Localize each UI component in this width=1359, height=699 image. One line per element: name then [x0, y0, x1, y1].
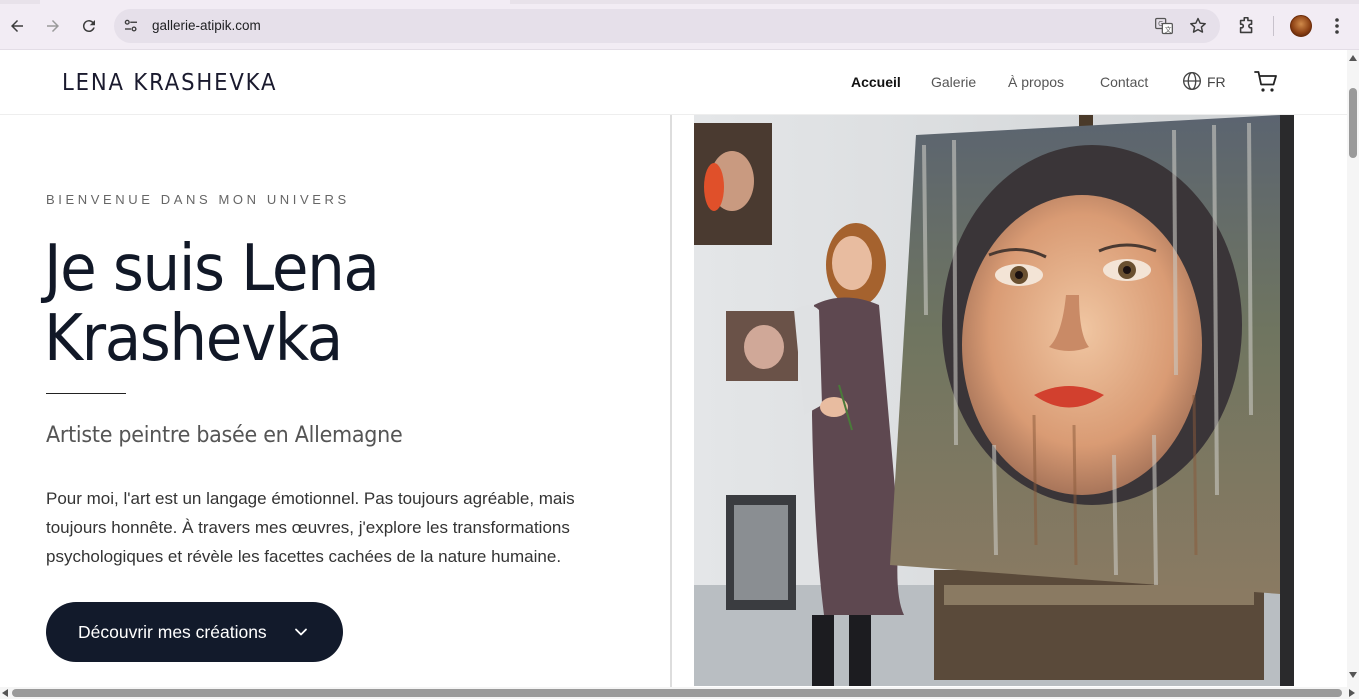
scroll-up-arrow[interactable] [1349, 55, 1357, 61]
hero-description-line-2: toujours honnête. À travers mes œuvres, … [46, 518, 570, 537]
artist-with-painting-image [694, 115, 1294, 686]
tab-strip [0, 0, 1359, 4]
hero-eyebrow: BIENVENUE DANS MON UNIVERS [46, 192, 350, 207]
nav-a-propos[interactable]: À propos [1008, 74, 1064, 90]
translate-icon[interactable]: G 文 [1154, 16, 1174, 36]
site-settings-icon[interactable] [122, 17, 140, 35]
reload-button[interactable] [76, 13, 102, 39]
back-arrow-icon [11, 20, 23, 32]
svg-text:G: G [1158, 20, 1163, 28]
nav-contact[interactable]: Contact [1100, 74, 1148, 90]
active-tab[interactable] [40, 0, 510, 4]
forward-button[interactable] [40, 13, 66, 39]
back-button[interactable] [4, 13, 30, 39]
hero-divider [670, 115, 672, 689]
forward-arrow-icon [47, 20, 59, 32]
bookmark-star-icon[interactable] [1188, 16, 1208, 36]
hero-subtitle: Artiste peintre basée en Allemagne [46, 423, 403, 448]
vertical-scroll-thumb[interactable] [1349, 88, 1357, 158]
reload-icon [82, 20, 95, 33]
browser-toolbar: gallerie-atipik.com G 文 [0, 0, 1359, 50]
horizontal-scroll-thumb[interactable] [12, 689, 1342, 697]
horizontal-scrollbar[interactable] [0, 687, 1359, 699]
hero-description: Pour moi, l'art est un langage émotionne… [46, 484, 616, 571]
cart-icon[interactable] [1254, 70, 1278, 94]
profile-avatar[interactable] [1290, 15, 1312, 37]
globe-icon[interactable] [1182, 71, 1202, 91]
title-underline [46, 393, 126, 394]
hero-title: Je suis Lena Krashevka [44, 232, 380, 376]
menu-kebab-icon[interactable] [1328, 15, 1346, 37]
url-text[interactable]: gallerie-atipik.com [152, 18, 261, 33]
hero-artist-photo [694, 115, 1294, 686]
toolbar-separator [1273, 16, 1274, 36]
svg-text:文: 文 [1165, 25, 1172, 34]
chevron-down-icon [295, 628, 307, 636]
hero-description-line-1: Pour moi, l'art est un langage émotionne… [46, 489, 575, 508]
hero-description-line-3: psychologiques et révèle les facettes ca… [46, 547, 562, 566]
scroll-left-arrow[interactable] [2, 689, 8, 697]
hero-title-line-1: Je suis Lena [44, 232, 380, 306]
vertical-scrollbar[interactable] [1347, 50, 1359, 687]
extensions-icon[interactable] [1236, 15, 1258, 37]
hero-title-line-2: Krashevka [44, 302, 343, 376]
address-bar[interactable]: gallerie-atipik.com G 文 [114, 9, 1220, 43]
scroll-down-arrow[interactable] [1349, 672, 1357, 678]
nav-accueil[interactable]: Accueil [851, 74, 901, 90]
language-selector[interactable]: FR [1207, 74, 1226, 90]
cta-label: Découvrir mes créations [78, 621, 267, 642]
scroll-right-arrow[interactable] [1349, 689, 1355, 697]
site-header: LENA KRASHEVKA Accueil Galerie À propos … [0, 50, 1347, 115]
site-logo[interactable]: LENA KRASHEVKA [62, 70, 277, 96]
nav-galerie[interactable]: Galerie [931, 74, 976, 90]
discover-creations-button[interactable]: Découvrir mes créations [46, 602, 343, 662]
